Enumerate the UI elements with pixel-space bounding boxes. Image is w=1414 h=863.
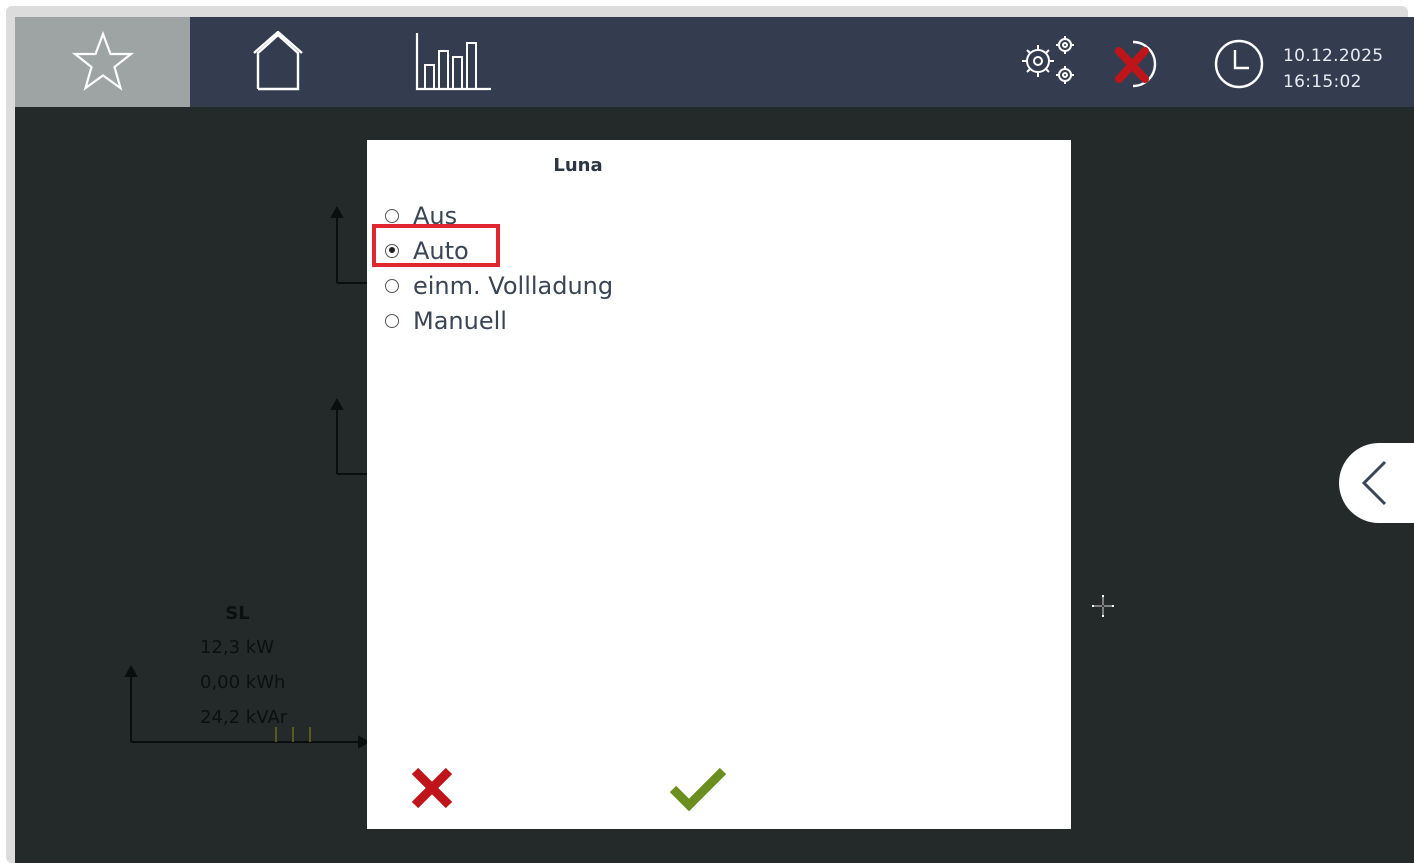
- nav-home-button[interactable]: [190, 17, 365, 107]
- sl-title: SL: [225, 603, 250, 624]
- house-icon: [252, 31, 303, 91]
- date-time-display: 10.12.2025 16:15:02: [1283, 43, 1383, 95]
- option-einm-vollladung[interactable]: einm. Vollladung: [385, 268, 613, 303]
- chevron-left-icon: [1361, 460, 1387, 506]
- hmi-screen: 10.12.2025 16:15:02 SL 12,3 kW 0,00 kWh …: [15, 17, 1414, 863]
- gears-icon: [1022, 36, 1074, 84]
- option-einm-vollladung-label: einm. Vollladung: [413, 271, 614, 300]
- clock-button[interactable]: [1213, 38, 1265, 90]
- radio-einm-vollladung[interactable]: [385, 278, 399, 293]
- connection-status-button[interactable]: [1109, 35, 1171, 93]
- dialog-title: Luna: [553, 155, 603, 176]
- star-icon: [71, 30, 134, 91]
- sl-meter-readings: SL 12,3 kW 0,00 kWh 24,2 kVAr: [200, 603, 310, 735]
- option-manuell-label: Manuell: [413, 306, 507, 335]
- radio-aus[interactable]: [385, 208, 399, 223]
- cancel-x-icon: [411, 767, 453, 809]
- side-panel-toggle[interactable]: [1339, 443, 1414, 523]
- crosshair-cursor-icon: [1092, 595, 1114, 617]
- clock-icon: [1214, 39, 1264, 89]
- bar-chart-icon: [415, 33, 491, 91]
- settings-button[interactable]: [1013, 33, 1083, 89]
- selection-highlight-box: [372, 224, 500, 267]
- mode-selection-dialog: Luna Aus Auto einm. Vollladung Manuell: [367, 140, 1071, 829]
- confirm-button[interactable]: [669, 765, 727, 812]
- connection-error-icon: [1115, 40, 1157, 88]
- mode-options: Aus Auto einm. Vollladung Manuell: [385, 198, 613, 338]
- sl-reactive-power: 24,2 kVAr: [200, 707, 288, 728]
- cancel-button[interactable]: [409, 765, 455, 811]
- radio-manuell[interactable]: [385, 313, 399, 328]
- checkmark-icon: [669, 767, 727, 812]
- sl-energy: 0,00 kWh: [200, 672, 286, 693]
- time-label: 16:15:02: [1283, 72, 1362, 92]
- nav-statistics-button[interactable]: [365, 17, 540, 107]
- sl-power: 12,3 kW: [200, 637, 275, 658]
- top-bar: 10.12.2025 16:15:02: [15, 17, 1414, 107]
- date-label: 10.12.2025: [1283, 46, 1384, 66]
- nav-favorites-button[interactable]: [15, 17, 190, 107]
- option-manuell[interactable]: Manuell: [385, 303, 613, 338]
